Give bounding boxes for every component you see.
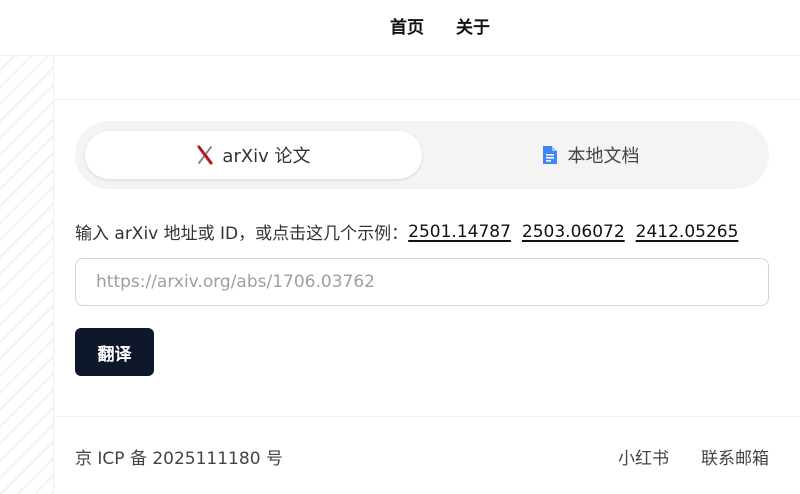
- hint-text: 输入 arXiv 地址或 ID，或点击这几个示例：: [75, 224, 409, 244]
- icp-record: 京 ICP 备 2025111180 号: [75, 449, 283, 469]
- contact-email-link[interactable]: 联系邮箱: [701, 444, 769, 469]
- example-link[interactable]: 2412.05265: [636, 222, 739, 242]
- tab-arxiv[interactable]: arXiv 论文: [85, 131, 422, 179]
- page: 首页 关于 arXiv 论文 本地文档 输入 arXiv 地址或 ID，或点击这…: [0, 0, 800, 494]
- example-link[interactable]: 2503.06072: [522, 222, 625, 242]
- translate-button[interactable]: 翻译: [75, 328, 154, 376]
- example-link[interactable]: 2501.14787: [408, 222, 511, 242]
- left-gutter: [0, 56, 54, 494]
- document-icon: [542, 145, 560, 165]
- tab-local-document[interactable]: 本地文档: [422, 131, 759, 179]
- main-content: arXiv 论文 本地文档 输入 arXiv 地址或 ID，或点击这几个示例： …: [54, 56, 800, 494]
- tab-local-document-label: 本地文档: [567, 146, 640, 167]
- divider: [54, 416, 800, 417]
- divider: [54, 99, 800, 100]
- input-hint: 输入 arXiv 地址或 ID，或点击这几个示例： 2501.14787 250…: [75, 219, 739, 245]
- arxiv-url-input[interactable]: [75, 258, 769, 306]
- source-tabs: arXiv 论文 本地文档: [75, 121, 769, 189]
- top-nav: 首页 关于: [0, 0, 800, 56]
- tab-arxiv-label: arXiv 论文: [222, 146, 311, 167]
- footer-links: 小红书 联系邮箱: [618, 444, 769, 469]
- nav-about-link[interactable]: 关于: [456, 13, 490, 38]
- nav-home-link[interactable]: 首页: [390, 13, 424, 38]
- xiaohongshu-link[interactable]: 小红书: [618, 444, 669, 469]
- arxiv-x-icon: [196, 145, 214, 165]
